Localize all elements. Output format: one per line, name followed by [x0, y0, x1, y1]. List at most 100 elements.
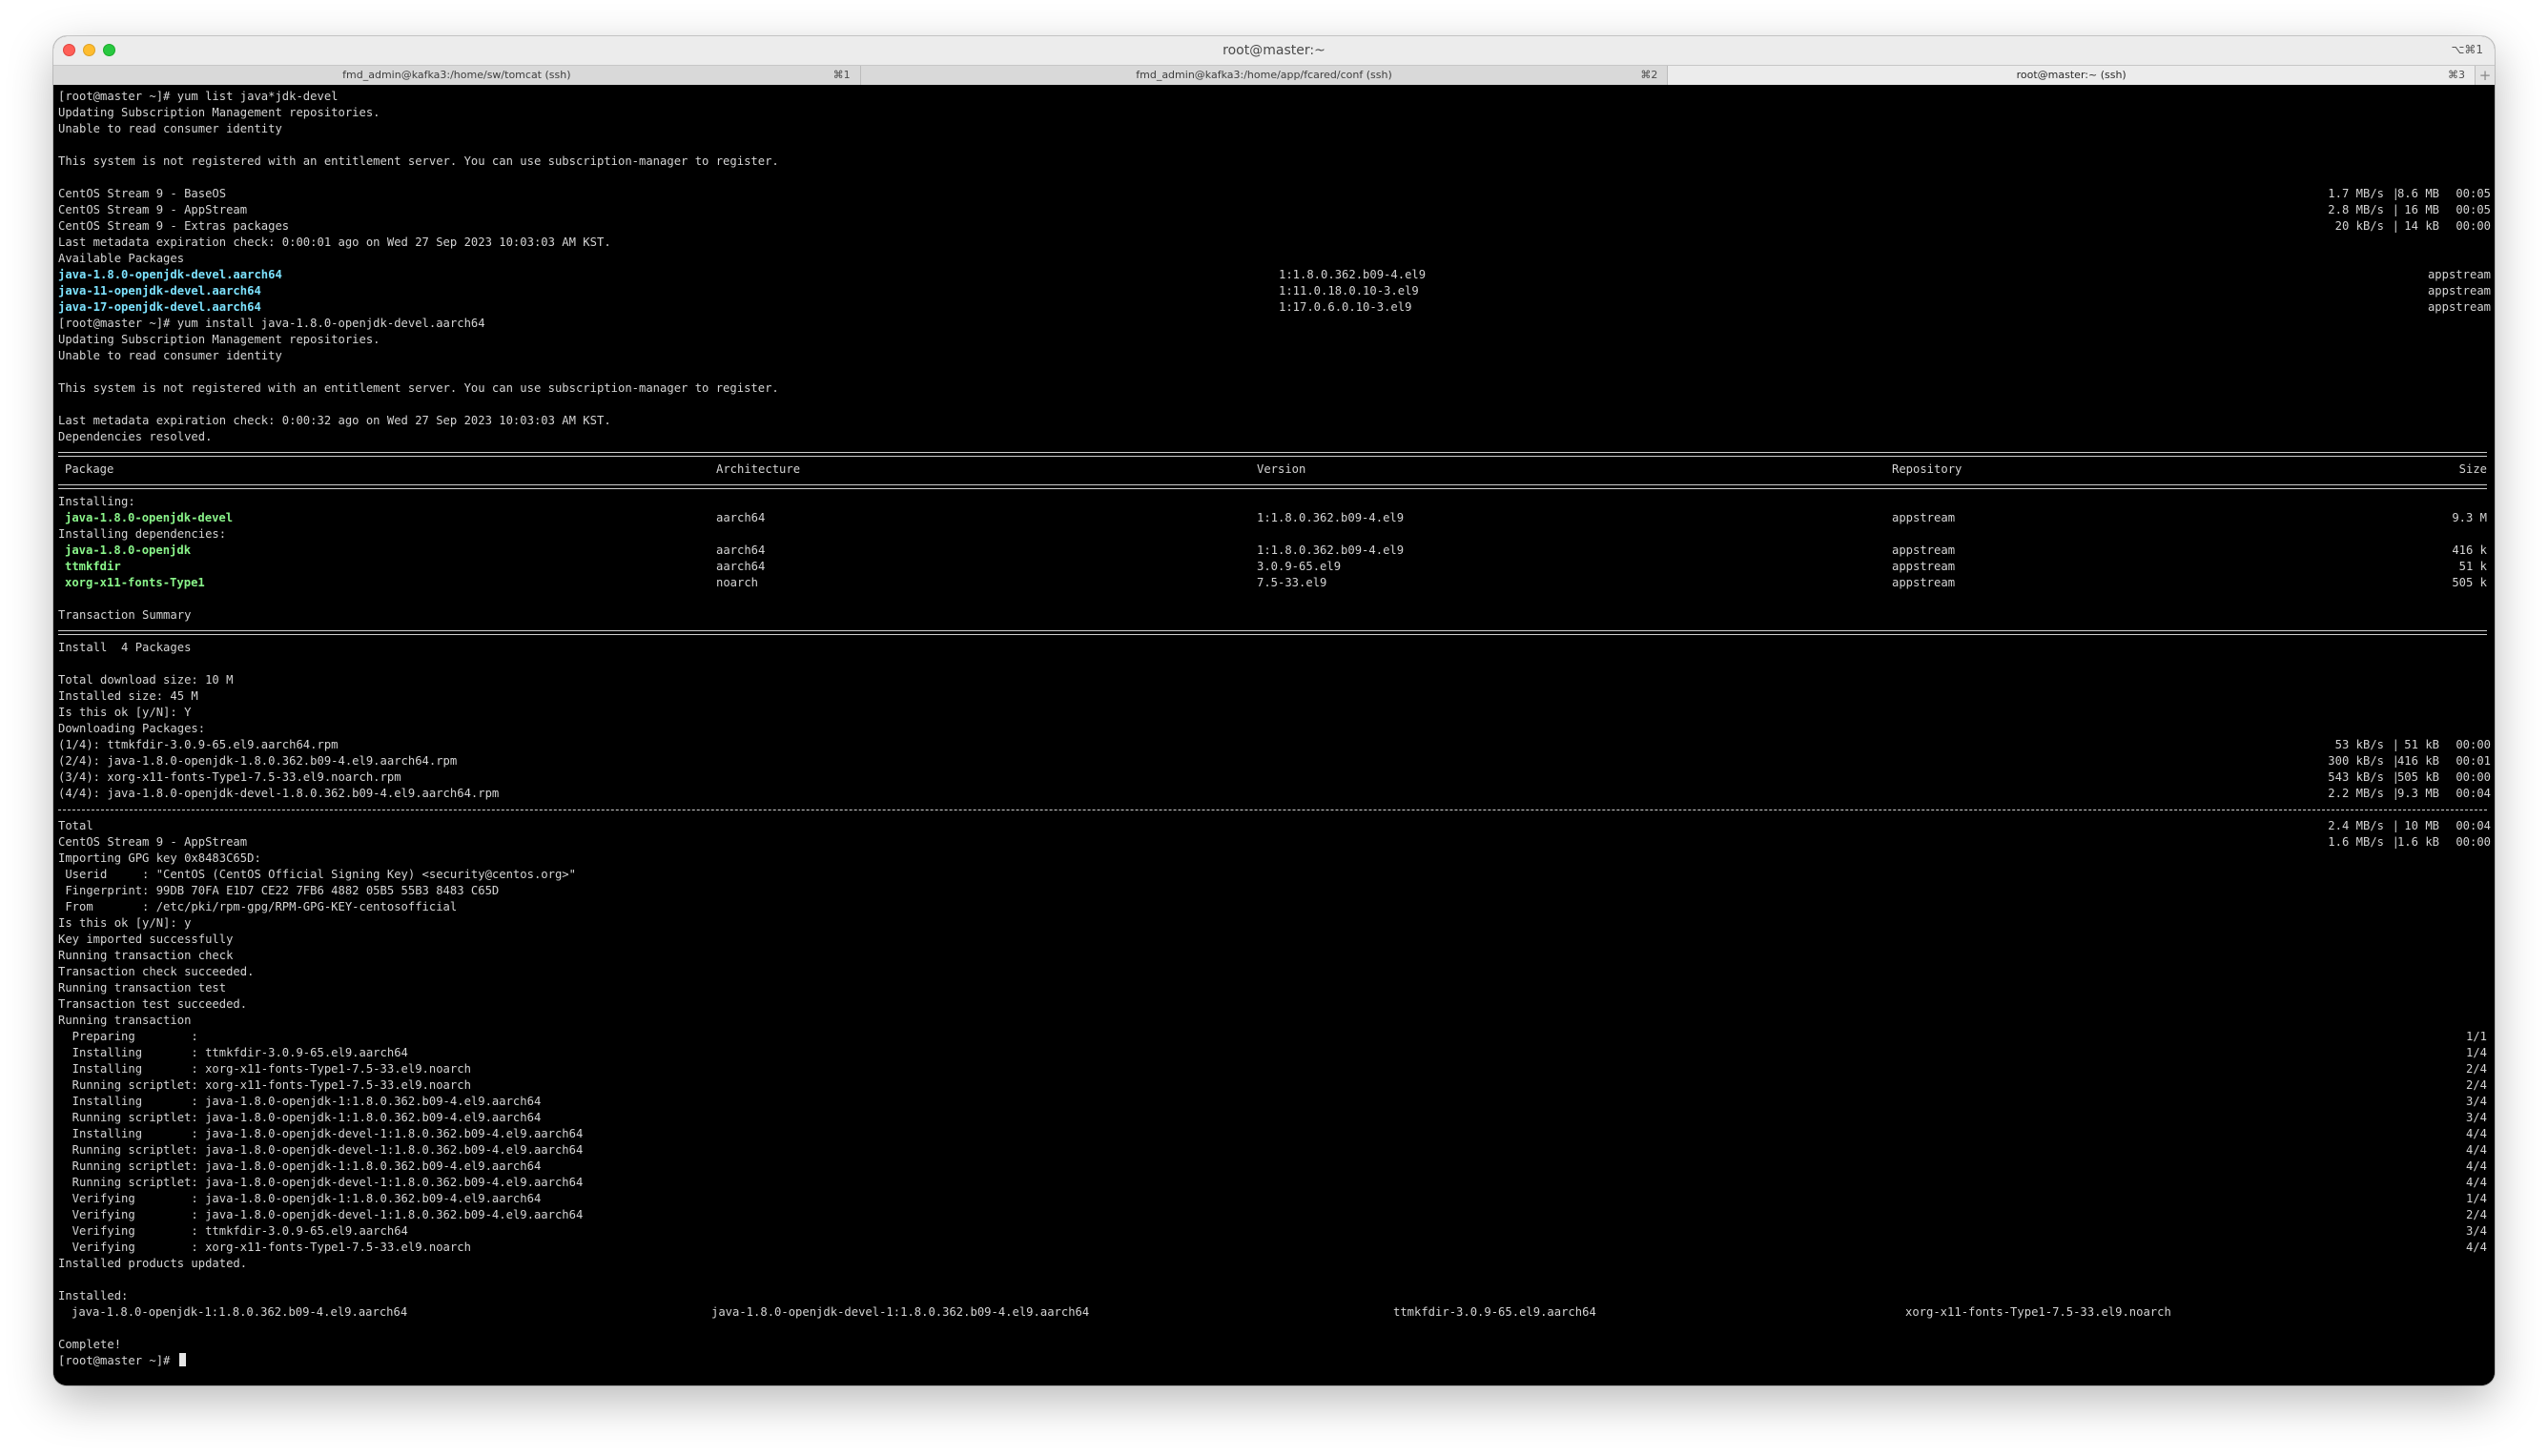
repo-size: 14 kB — [2396, 219, 2439, 233]
transaction-step: Verifying : ttmkfdir-3.0.9-65.el9.aarch6… — [58, 1223, 2491, 1240]
repo-time: 00:00 — [2456, 219, 2491, 233]
transaction-step: Verifying : java-1.8.0-openjdk-1:1.8.0.3… — [58, 1191, 2491, 1207]
download-speed: 300 kB/s — [2328, 754, 2384, 768]
download-speed: 543 kB/s — [2328, 770, 2384, 784]
tab-2[interactable]: fmd_admin@kafka3:/home/app/fcared/conf (… — [861, 66, 1669, 85]
step-text: Running scriptlet: java-1.8.0-openjdk-de… — [58, 1143, 584, 1157]
step-count: 2/4 — [2465, 1078, 2487, 1092]
download-time: 00:00 — [2456, 770, 2491, 784]
row-repo: appstream — [1892, 543, 1956, 557]
transaction-step: Installing : xorg-x11-fonts-Type1-7.5-33… — [58, 1061, 2491, 1077]
tab-1-label: fmd_admin@kafka3:/home/sw/tomcat (ssh) — [342, 69, 571, 81]
download-row: (1/4): ttmkfdir-3.0.9-65.el9.aarch64.rpm… — [58, 737, 2491, 753]
download-name: (1/4): ttmkfdir-3.0.9-65.el9.aarch64.rpm — [58, 738, 339, 751]
download-name: (3/4): xorg-x11-fonts-Type1-7.5-33.el9.n… — [58, 770, 401, 784]
step-text: Running scriptlet: xorg-x11-fonts-Type1-… — [58, 1078, 471, 1092]
package-version: 1:11.0.18.0.10-3.el9 — [1279, 284, 1419, 297]
download-row: (4/4): java-1.8.0-openjdk-devel-1.8.0.36… — [58, 786, 2491, 802]
repo-time: 00:05 — [2456, 203, 2491, 216]
step-text: Preparing : — [58, 1030, 198, 1043]
transaction-step: Running scriptlet: java-1.8.0-openjdk-de… — [58, 1142, 2491, 1159]
close-window-button[interactable] — [63, 44, 75, 56]
row-version: 1:1.8.0.362.b09-4.el9 — [1257, 511, 1405, 524]
table-row: xorg-x11-fonts-Type1 noarch 7.5-33.el9 a… — [58, 575, 2491, 591]
terminal-window: root@master:~ ⌥⌘1 fmd_admin@kafka3:/home… — [53, 36, 2495, 1385]
step-count: 1/4 — [2465, 1046, 2487, 1059]
prompt-line[interactable]: [root@master ~]# — [58, 1353, 2491, 1369]
download-time: 00:04 — [2456, 787, 2491, 800]
output-line: From : /etc/pki/rpm-gpg/RPM-GPG-KEY-cent… — [58, 900, 458, 913]
repo-row: CentOS Stream 9 - BaseOS 1.7 MB/s | 8.6 … — [58, 186, 2491, 202]
separator — [58, 624, 2491, 640]
row-package: xorg-x11-fonts-Type1 — [65, 576, 205, 589]
tab-bar: fmd_admin@kafka3:/home/sw/tomcat (ssh) ⌘… — [53, 65, 2495, 86]
step-text: Installing : ttmkfdir-3.0.9-65.el9.aarch… — [58, 1046, 408, 1059]
transaction-step: Running scriptlet: java-1.8.0-openjdk-1:… — [58, 1159, 2491, 1175]
total-size: 10 MB — [2396, 819, 2439, 832]
download-time: 00:01 — [2456, 754, 2491, 768]
step-text: Verifying : java-1.8.0-openjdk-devel-1:1… — [58, 1208, 584, 1221]
row-size: 416 k — [2452, 543, 2487, 557]
output-line: Unable to read consumer identity — [58, 349, 282, 362]
table-row: java-1.8.0-openjdk-devel aarch64 1:1.8.0… — [58, 510, 2491, 526]
output-line: Installed size: 45 M — [58, 689, 198, 703]
transaction-step: Running scriptlet: xorg-x11-fonts-Type1-… — [58, 1077, 2491, 1094]
installed-item: xorg-x11-fonts-Type1-7.5-33.el9.noarch — [1905, 1305, 2171, 1319]
terminal-output[interactable]: [root@master ~]# yum list java*jdk-devel… — [53, 85, 2495, 1385]
row-size: 505 k — [2452, 576, 2487, 589]
package-list-row: java-17-openjdk-devel.aarch64 1:17.0.6.0… — [58, 299, 2491, 316]
package-repo: appstream — [2427, 300, 2491, 314]
output-line: Is this ok [y/N]: y — [58, 916, 192, 930]
zoom-window-button[interactable] — [103, 44, 115, 56]
title-bar[interactable]: root@master:~ ⌥⌘1 — [53, 36, 2495, 65]
tab-2-label: fmd_admin@kafka3:/home/app/fcared/conf (… — [1136, 69, 1392, 81]
repo-row: CentOS Stream 9 - Extras packages 20 kB/… — [58, 218, 2491, 235]
download-total-row: Total 2.4 MB/s | 10 MB 00:04 — [58, 818, 2491, 834]
header-size: Size — [2458, 462, 2487, 476]
row-repo: appstream — [1892, 511, 1956, 524]
step-count: 1/1 — [2465, 1030, 2487, 1043]
step-text: Verifying : xorg-x11-fonts-Type1-7.5-33.… — [58, 1241, 471, 1254]
table-row: java-1.8.0-openjdk aarch64 1:1.8.0.362.b… — [58, 543, 2491, 559]
download-time: 00:00 — [2456, 738, 2491, 751]
tab-3[interactable]: root@master:~ (ssh) ⌘3 — [1668, 66, 2476, 85]
output-line: Complete! — [58, 1338, 122, 1351]
output-line: Transaction Summary — [58, 608, 192, 622]
row-repo: appstream — [1892, 560, 1956, 573]
repo-size: 8.6 MB — [2396, 187, 2439, 200]
new-tab-button[interactable]: + — [2476, 66, 2495, 85]
repo-speed: 1.7 MB/s — [2328, 187, 2384, 200]
download-speed: 2.2 MB/s — [2328, 787, 2384, 800]
package-list-row: java-1.8.0-openjdk-devel.aarch64 1:1.8.0… — [58, 267, 2491, 283]
repo-time: 00:00 — [2456, 835, 2491, 849]
output-line: Key imported successfully — [58, 933, 234, 946]
step-count: 2/4 — [2465, 1062, 2487, 1076]
output-line: Installing: — [58, 495, 135, 508]
output-line: Unable to read consumer identity — [58, 122, 282, 135]
row-version: 7.5-33.el9 — [1257, 576, 1327, 589]
output-line: Updating Subscription Management reposit… — [58, 106, 380, 119]
row-size: 9.3 M — [2452, 511, 2487, 524]
output-line: Installed: — [58, 1289, 129, 1302]
tab-2-shortcut: ⌘2 — [1640, 69, 1658, 81]
tab-1[interactable]: fmd_admin@kafka3:/home/sw/tomcat (ssh) ⌘… — [53, 66, 861, 85]
total-time: 00:04 — [2456, 819, 2491, 832]
header-architecture: Architecture — [716, 462, 801, 476]
row-size: 51 k — [2458, 560, 2487, 573]
repo-speed: 2.8 MB/s — [2328, 203, 2384, 216]
total-speed: 2.4 MB/s — [2328, 819, 2384, 832]
minimize-window-button[interactable] — [83, 44, 95, 56]
transaction-step: Installing : java-1.8.0-openjdk-1:1.8.0.… — [58, 1094, 2491, 1110]
step-count: 4/4 — [2465, 1143, 2487, 1157]
step-count: 2/4 — [2465, 1208, 2487, 1221]
output-line: Installing dependencies: — [58, 527, 227, 541]
step-text: Installing : java-1.8.0-openjdk-devel-1:… — [58, 1127, 584, 1140]
output-line: Fingerprint: 99DB 70FA E1D7 CE22 7FB6 48… — [58, 884, 500, 897]
step-count: 4/4 — [2465, 1176, 2487, 1189]
separator — [58, 478, 2491, 494]
output-line: Dependencies resolved. — [58, 430, 213, 443]
step-count: 3/4 — [2465, 1111, 2487, 1124]
